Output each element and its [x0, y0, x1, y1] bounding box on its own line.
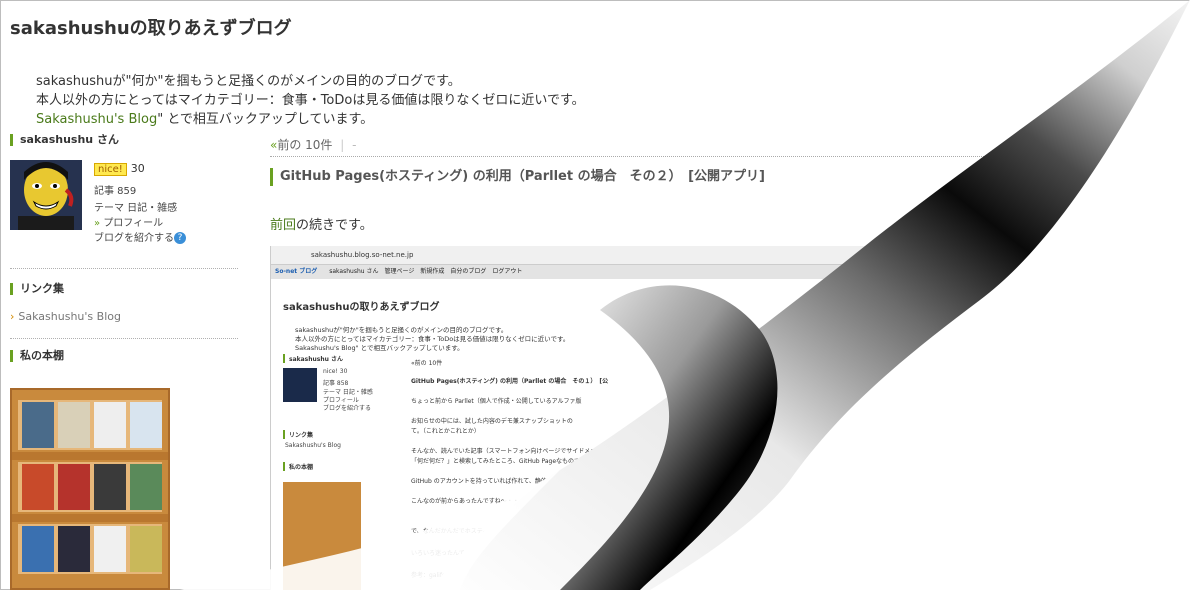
desc-line-1: sakashushuが"何か"を掴もうと足掻くのがメインの目的のブログです。 — [36, 74, 461, 89]
shot-user-heading: sakashushu さん — [283, 354, 343, 363]
shot-paragraph: いろいろ迷ったんですが、私の場合はデモページ作成が主な — [411, 550, 573, 557]
avatar[interactable] — [10, 160, 82, 230]
book-cover[interactable] — [58, 402, 90, 448]
desc-line-3-rest: " とで相互バックアップしています。 — [157, 112, 374, 127]
sonet-logo: So-net ブログ — [275, 268, 318, 275]
sonet-toolbar: So-net ブログ sakashushu さん 管理ページ 新規作成 自分のブロ… — [271, 265, 1031, 279]
blog-page: sakashushuの取りあえずブログ sakashushuが"何か"を掴もうと… — [0, 0, 1190, 590]
book-cover[interactable] — [22, 526, 54, 572]
desc-line-2: 本人以外の方にとってはマイカテゴリー：食事・ToDoは見る価値は限りなくゼロに近… — [36, 93, 585, 108]
shot-prev: «前の 10件 — [411, 360, 443, 367]
book-cover[interactable] — [130, 464, 162, 510]
nice-badge[interactable]: nice! — [94, 163, 127, 176]
desc-line-3: Sakashushu's Blog" とで相互バックアップしています。 — [36, 110, 585, 129]
links-heading: リンク集 — [10, 283, 64, 295]
shot-articles: 記事 858 — [323, 380, 349, 387]
shot-nice: nice! 30 — [323, 368, 348, 375]
sakashushus-blog-link[interactable]: Sakashushu's Blog — [36, 112, 157, 127]
bookshelf-heading: 私の本棚 — [10, 350, 64, 362]
shot-desc-line-2: 本人以外の方にとってはマイカテゴリー：食事・ToDoは見る価値は限りなくゼロに近… — [295, 335, 570, 343]
shot-desc-line-1: sakashushuが"何か"を掴もうと足掻くのがメインの目的のブログです。 — [295, 326, 508, 334]
browser-url-bar: sakashushu.blog.so-net.ne.jp — [271, 246, 1031, 265]
shot-shelf-heading: 私の本棚 — [283, 462, 313, 471]
shelf-plank — [12, 514, 168, 522]
pager-dash: - — [352, 138, 357, 152]
post-body-intro: 前回の続きです。 — [270, 214, 373, 233]
shot-paragraph: て。（これとかこれとか） — [411, 428, 480, 435]
link-item-label[interactable]: Sakashushu's Blog — [18, 310, 121, 323]
blog-description: sakashushuが"何か"を掴もうと足掻くのがメインの目的のブログです。 本… — [36, 72, 585, 129]
pager-separator: | — [340, 138, 345, 152]
book-cover[interactable] — [58, 464, 90, 510]
nice-count: 30 — [130, 162, 145, 175]
profile-link[interactable]: » プロフィール — [94, 214, 163, 229]
book-cover[interactable] — [94, 402, 126, 448]
body-text: の続きです。 — [296, 218, 373, 233]
divider — [10, 268, 238, 269]
shot-paragraph: そんなか、読んでいた記事（スマートフォン向けページでサイドメニューを — [411, 448, 615, 455]
shot-post-title: GitHub Pages(ホスティング) の利用（Parllet の場合 その１… — [411, 378, 609, 385]
shot-paragraph: 参考：galife: GitHub の プロジェクトページ を 素敵な — [411, 572, 562, 579]
introduce-blog-link[interactable]: ブログを紹介する? — [94, 229, 186, 244]
divider — [270, 156, 1170, 157]
chevron-right-icon: › — [10, 310, 15, 323]
shot-paragraph: ちょっと前から Parllet（個人で作成・公開しているアルファ版 — [411, 398, 582, 405]
shot-links-heading: リンク集 — [283, 430, 313, 439]
url-text: sakashushu.blog.so-net.ne.jp — [311, 251, 414, 259]
book-cover[interactable] — [130, 526, 162, 572]
shot-paragraph: お知らせの中には、試した内容のデモ兼スナップショットの — [411, 418, 573, 425]
book-cover[interactable] — [130, 402, 162, 448]
avatar-face-icon — [10, 160, 82, 230]
blog-title[interactable]: sakashushuの取りあえずブログ — [10, 14, 292, 40]
shelf-row — [18, 400, 162, 450]
prev-10-pager[interactable]: «前の 10件 | - — [270, 136, 356, 153]
introduce-label[interactable]: ブログを紹介する — [94, 233, 174, 244]
shelf-row — [18, 524, 162, 574]
prev-10-label[interactable]: 前の 10件 — [277, 138, 332, 152]
shot-bookshelf — [283, 482, 361, 590]
shelf-row — [18, 462, 162, 512]
previous-post-link[interactable]: 前回 — [270, 218, 296, 233]
nice-count-row: nice! 30 — [94, 162, 145, 176]
book-cover[interactable] — [22, 464, 54, 510]
post-title[interactable]: GitHub Pages(ホスティング) の利用（Parllet の場合 その２… — [270, 168, 765, 186]
shot-avatar — [283, 368, 317, 402]
book-cover[interactable] — [58, 526, 90, 572]
book-cover[interactable] — [94, 526, 126, 572]
theme-label: テーマ 日記・雑感 — [94, 203, 178, 214]
shot-description: sakashushuが"何か"を掴もうと足掻くのがメインの目的のブログです。 本… — [295, 326, 569, 353]
shot-paragraph: で、なんだかんだでホスティングできたので、ほぼ備忘録としてまとめ — [411, 528, 602, 535]
help-icon[interactable]: ? — [174, 232, 186, 244]
shot-paragraph: こんなのが前からあったんですね〜・・・ひとっつも知りませんでした。 — [411, 498, 608, 505]
embedded-screenshot[interactable]: sakashushu.blog.so-net.ne.jp So-net ブログ s… — [270, 246, 1031, 590]
link-item-sakashushus-blog[interactable]: › Sakashushu's Blog — [10, 310, 121, 323]
divider — [10, 338, 238, 339]
shelf-plank — [12, 452, 168, 460]
toolbar-items: sakashushu さん 管理ページ 新規作成 自分のブログ ログアウト — [329, 268, 523, 275]
shot-introduce: ブログを紹介する — [323, 405, 372, 412]
book-cover[interactable] — [22, 402, 54, 448]
shot-paragraph: GitHub のアカウントを持っていれば作れて、静的ページのみですが公開リポジト — [411, 478, 631, 485]
shot-paragraph: 「何だ何だ？」と検索してみたところ、GitHub Pageなものでした。 — [411, 458, 599, 465]
shot-blog-title: sakashushuの取りあえずブログ — [283, 302, 440, 313]
article-count: 記事 859 — [94, 186, 137, 197]
book-cover[interactable] — [94, 464, 126, 510]
shot-desc-line-3: Sakashushu's Blog" とで相互バックアップしています。 — [295, 344, 464, 352]
user-heading: sakashushu さん — [10, 134, 119, 146]
profile-label[interactable]: プロフィール — [103, 218, 163, 229]
bookshelf-widget[interactable] — [10, 388, 170, 590]
shot-link-item: Sakashushu's Blog — [285, 442, 341, 449]
chevron-right-icon: » — [94, 218, 101, 229]
